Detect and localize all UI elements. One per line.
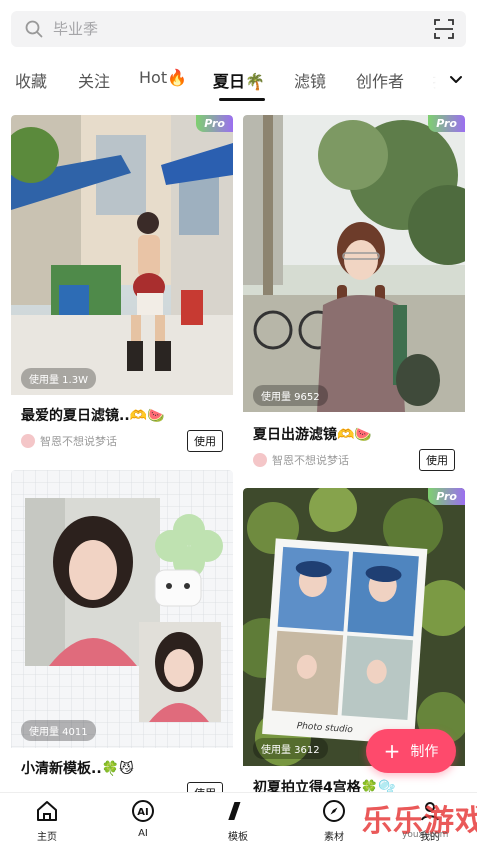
tab-following[interactable]: 关注 xyxy=(78,68,110,92)
tabs-fade xyxy=(415,58,445,104)
street-photo-image xyxy=(11,115,233,395)
scan-icon[interactable] xyxy=(434,19,454,39)
polaroid-photo-image: Photo studio xyxy=(243,488,465,766)
usage-count: 使用量 9652 xyxy=(253,385,328,406)
use-button[interactable]: 使用 xyxy=(187,430,223,452)
card-photo: Pro 使用量 1.3W xyxy=(11,115,233,395)
card-title: 最爱的夏日滤镜..🫶🍉 xyxy=(21,408,165,424)
search-input[interactable] xyxy=(53,11,413,47)
nav-ai[interactable]: AI AI xyxy=(113,799,173,839)
chevron-down-icon[interactable] xyxy=(446,70,466,90)
tab-favorites[interactable]: 收藏 xyxy=(15,68,47,92)
search-icon xyxy=(25,20,43,38)
card-photo: Pro 使用量 9652 xyxy=(243,115,465,412)
nav-home[interactable]: 主页 xyxy=(17,799,77,843)
card-title: 小清新模板..🍀😼 xyxy=(21,761,134,777)
template-icon xyxy=(228,802,241,820)
site-watermark: 乐乐游戏 youxi.com xyxy=(358,796,477,846)
template-feed[interactable]: Pro 使用量 1.3W 最爱的夏日滤镜..🫶🍉 智恩不想说梦话 使用 Pro … xyxy=(0,104,477,792)
park-photo-image xyxy=(243,115,465,412)
category-tabs: 收藏 关注 Hot🔥 夏日🌴 滤镜 创作者 扌 xyxy=(0,58,477,104)
nav-ai-label: AI xyxy=(138,828,148,839)
pro-badge: Pro xyxy=(428,488,465,505)
avatar xyxy=(21,434,35,448)
nav-materials[interactable]: 素材 xyxy=(304,799,364,843)
compass-icon xyxy=(323,800,345,822)
active-tab-indicator xyxy=(219,98,265,101)
usage-count: 使用量 4011 xyxy=(21,720,96,741)
usage-count: 使用量 1.3W xyxy=(21,368,96,389)
search-bar[interactable] xyxy=(11,11,466,47)
usage-count: 使用量 3612 xyxy=(253,738,328,759)
nav-templates-label: 模板 xyxy=(228,832,248,843)
create-button[interactable]: + 制作 xyxy=(366,729,456,773)
author-name: 智恩不想说梦话 xyxy=(40,435,117,448)
template-card[interactable]: Pro 使用量 9652 夏日出游滤镜🫶🍉 智恩不想说梦话 使用 xyxy=(243,115,465,481)
card-author: 智恩不想说梦话 xyxy=(253,452,349,468)
use-button[interactable]: 使用 xyxy=(419,449,455,471)
card-photo: Photo studio Pro 使用量 3612 xyxy=(243,488,465,766)
tab-creators[interactable]: 创作者 xyxy=(356,68,404,92)
template-card[interactable]: Pro 使用量 1.3W 最爱的夏日滤镜..🫶🍉 智恩不想说梦话 使用 xyxy=(11,115,233,461)
svg-text:AI: AI xyxy=(137,807,148,818)
card-photo: 使用量 4011 xyxy=(11,470,233,748)
watermark-url: youxi.com xyxy=(402,830,449,840)
card-title: 初夏拍立得4宫格🍀🫧 xyxy=(253,780,396,792)
tab-summer[interactable]: 夏日🌴 xyxy=(213,68,265,92)
author-name: 智恩不想说梦话 xyxy=(272,454,349,467)
home-icon xyxy=(37,801,57,821)
template-card[interactable]: 使用量 4011 小清新模板..🍀😼 使用 xyxy=(11,470,233,792)
avatar xyxy=(253,453,267,467)
nav-templates[interactable]: 模板 xyxy=(208,799,268,843)
create-label: 制作 xyxy=(410,744,439,760)
plus-icon: + xyxy=(383,739,401,763)
pro-badge: Pro xyxy=(428,115,465,132)
tab-hot[interactable]: Hot🔥 xyxy=(139,68,187,87)
nav-home-label: 主页 xyxy=(37,832,57,843)
use-button[interactable]: 使用 xyxy=(187,782,223,792)
ai-icon: AI xyxy=(132,800,154,822)
tab-filters[interactable]: 滤镜 xyxy=(294,68,326,92)
nav-materials-label: 素材 xyxy=(324,832,344,843)
card-author: 智恩不想说梦话 xyxy=(21,433,117,449)
pro-badge: Pro xyxy=(196,115,233,132)
collage-photo-image xyxy=(11,470,233,748)
card-title: 夏日出游滤镜🫶🍉 xyxy=(253,427,372,443)
